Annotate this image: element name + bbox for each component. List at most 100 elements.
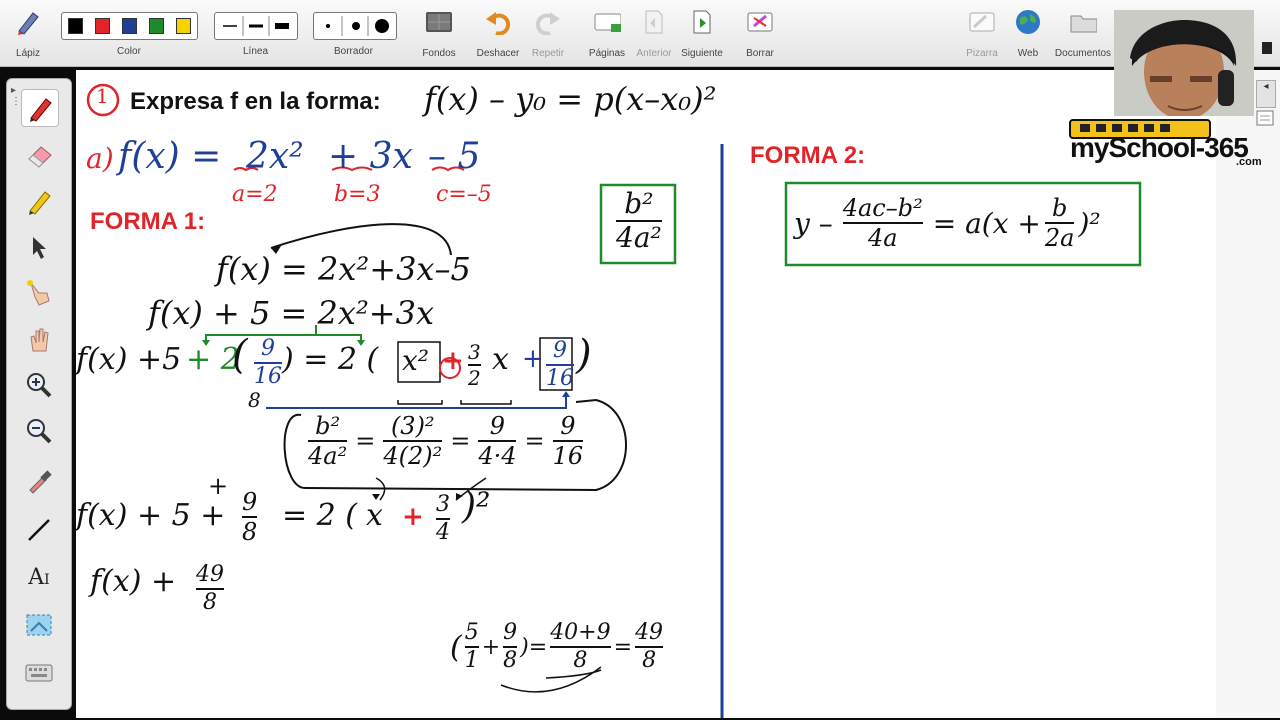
- step-3-3: 3: [468, 340, 481, 364]
- previous-page-button[interactable]: Anterior: [634, 4, 674, 64]
- web-button[interactable]: Web: [1010, 4, 1046, 64]
- pen-tool-button[interactable]: [21, 89, 59, 127]
- folder-icon: [1069, 8, 1097, 36]
- forma2-2a: 2a: [1044, 224, 1075, 252]
- presenter-video: [1114, 10, 1254, 116]
- part-a-label: a): [86, 142, 114, 175]
- calc-4a2: 4a²: [308, 442, 348, 470]
- color-yellow-swatch[interactable]: [176, 18, 191, 34]
- forma1-title: FORMA 1:: [90, 208, 206, 235]
- color-red-swatch[interactable]: [95, 18, 110, 34]
- step-3-den: 16: [254, 364, 282, 389]
- globe-icon: [1014, 8, 1042, 36]
- step-3-three-halves: 32: [468, 342, 481, 388]
- calc-eq-2: =: [450, 427, 471, 455]
- step-4-nine-eighths: 98: [242, 488, 258, 546]
- whiteboard-icon: [968, 8, 996, 36]
- eraser-size-picker[interactable]: [313, 12, 397, 40]
- highlighter-tool-button[interactable]: [21, 183, 57, 219]
- undo-button[interactable]: Deshacer: [475, 4, 521, 64]
- step-4-4: 4: [436, 520, 450, 545]
- step-4-x: x: [366, 498, 383, 533]
- part-a-function: f(x) =: [118, 136, 222, 177]
- line-tool-button[interactable]: [21, 511, 57, 547]
- documents-button[interactable]: Documentos: [1054, 4, 1112, 64]
- eyedropper-tool-button[interactable]: [21, 463, 57, 499]
- side-plus: +: [481, 634, 501, 660]
- redo-label: Repetir: [531, 48, 565, 59]
- laser-pointer-button[interactable]: [21, 275, 57, 311]
- color-label: Color: [117, 46, 141, 57]
- step-4-3: 3: [436, 492, 450, 517]
- collapse-icon[interactable]: [1262, 42, 1272, 54]
- calc-9a: 9: [489, 412, 506, 440]
- part-a-term-3: – 5: [428, 136, 481, 177]
- color-black-swatch[interactable]: [68, 18, 83, 34]
- step-3-x: x: [492, 342, 509, 377]
- documents-label: Documentos: [1054, 48, 1112, 59]
- step-4-8: 8: [242, 518, 258, 546]
- calc-box: b² 4a² = (3)² 4(2)² = 9 4·4 = 9 16: [308, 412, 584, 470]
- step-4-plus: +: [402, 502, 424, 532]
- whiteboard-canvas[interactable]: 1 Expresa f en la forma: f(x) – y₀ = p(x…: [76, 70, 1216, 718]
- keyboard-button[interactable]: [21, 655, 57, 691]
- step-3-plus: +: [442, 346, 464, 376]
- clear-button[interactable]: Borrar: [742, 4, 778, 64]
- forma2-title: FORMA 2:: [750, 142, 866, 169]
- eraser-size-icons[interactable]: [314, 13, 396, 39]
- page-scroll-control[interactable]: ◂: [1256, 80, 1276, 108]
- side-8: 8: [503, 648, 518, 673]
- step-4-plus-top: +: [208, 472, 229, 500]
- zoom-out-button[interactable]: [21, 413, 57, 449]
- eraser-tool-button[interactable]: [21, 137, 57, 173]
- line-width-icons[interactable]: [215, 13, 297, 39]
- side-9: 9: [503, 620, 518, 645]
- step-4-9: 9: [242, 488, 258, 516]
- redo-button[interactable]: Repetir: [528, 4, 568, 64]
- coef-a: a=2: [232, 182, 278, 207]
- line-width-picker[interactable]: [214, 12, 298, 40]
- text-tool-icon: AI: [28, 564, 50, 590]
- color-blue-swatch[interactable]: [122, 18, 137, 34]
- pan-tool-button[interactable]: [21, 321, 57, 357]
- pencil-tool[interactable]: Lápiz: [10, 4, 46, 64]
- select-tool-button[interactable]: [21, 229, 57, 265]
- pencil-icon: [14, 8, 42, 36]
- forma2-eq: = a(x +: [932, 206, 1041, 240]
- next-page-button[interactable]: Siguiente: [680, 4, 724, 64]
- side-1: 1: [464, 648, 479, 673]
- clear-label: Borrar: [746, 48, 774, 59]
- problem-number: 1: [96, 84, 109, 108]
- text-tool-button[interactable]: AI: [21, 559, 57, 595]
- backgrounds-tool[interactable]: Fondos: [418, 4, 460, 64]
- screen-capture-button[interactable]: [21, 607, 57, 643]
- step-3-num: 9: [261, 336, 275, 361]
- pages-button[interactable]: Páginas: [586, 4, 628, 64]
- problem-statement: Expresa f en la forma:: [130, 88, 381, 115]
- box-b2: b²: [624, 187, 654, 220]
- side-5: 5: [464, 620, 479, 645]
- step-1: f(x) = 2x²+3x–5: [216, 250, 471, 288]
- highlighter-icon: [29, 191, 51, 215]
- calc-4-2-sq: 4(2)²: [383, 442, 443, 470]
- color-green-swatch[interactable]: [149, 18, 164, 34]
- zoom-in-button[interactable]: [21, 367, 57, 403]
- calc-3-sq: (3)²: [390, 412, 435, 440]
- whiteboard-button[interactable]: Pizarra: [962, 4, 1002, 64]
- screen-capture-icon: [26, 614, 52, 636]
- next-page-label: Siguiente: [681, 48, 723, 59]
- undo-icon: [484, 8, 512, 36]
- step-3-eight: 8: [248, 388, 261, 412]
- cursor-arrow-icon: [33, 237, 46, 259]
- color-picker[interactable]: [61, 12, 198, 40]
- logo-text: mySchool-365: [1070, 132, 1249, 163]
- part-a-term-1: 2x²: [246, 136, 304, 177]
- pencil-label: Lápiz: [16, 48, 40, 59]
- step-4-eq: = 2 (: [282, 498, 357, 533]
- step-2: f(x) + 5 = 2x²+3x: [148, 294, 434, 332]
- box-4a2: 4a²: [616, 221, 662, 254]
- step-3-x2: x²: [402, 344, 430, 377]
- undo-label: Deshacer: [476, 48, 520, 59]
- step-5-8: 8: [203, 590, 217, 615]
- scroll-left-icon[interactable]: ◂: [1257, 81, 1275, 92]
